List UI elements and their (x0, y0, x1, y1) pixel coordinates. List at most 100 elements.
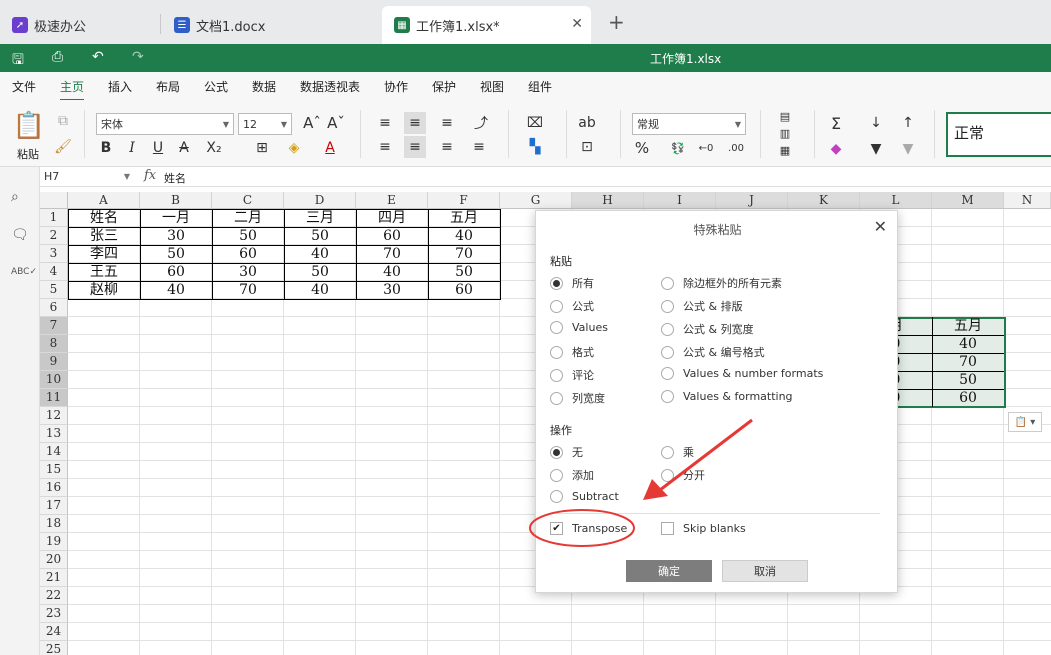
filter-icon[interactable]: ▼ (866, 138, 886, 160)
row-header[interactable]: 11 (40, 389, 68, 407)
table-cell[interactable]: 70 (212, 281, 284, 299)
spellcheck-icon[interactable]: ABC✓ (11, 267, 37, 277)
menu-data[interactable]: 数据 (252, 78, 276, 95)
menu-collab[interactable]: 协作 (384, 78, 408, 95)
menu-pivot[interactable]: 数据透视表 (300, 78, 360, 95)
row-header[interactable]: 2 (40, 227, 68, 245)
table-cell[interactable]: 五月 (428, 209, 500, 227)
row-header[interactable]: 19 (40, 533, 68, 551)
menu-insert[interactable]: 插入 (108, 78, 132, 95)
paste-option[interactable]: 公式 (550, 298, 594, 314)
column-header[interactable]: I (644, 192, 716, 209)
insert-cells-icon[interactable]: ▤ (772, 108, 798, 124)
close-icon[interactable]: ✕ (571, 16, 583, 32)
menu-home[interactable]: 主页 (60, 78, 85, 101)
operation-option[interactable]: Subtract (550, 490, 619, 503)
table-cell[interactable]: 40 (284, 245, 356, 263)
paste-option[interactable]: 公式 & 列宽度 (661, 321, 754, 337)
search-icon[interactable]: ⌕ (11, 189, 19, 205)
close-icon[interactable]: ✕ (874, 217, 887, 236)
table-cell[interactable]: 70 (428, 245, 500, 263)
row-header[interactable]: 16 (40, 479, 68, 497)
paste-option[interactable]: 公式 & 排版 (661, 298, 743, 314)
table-cell[interactable]: 50 (140, 245, 212, 263)
row-header[interactable]: 18 (40, 515, 68, 533)
table-cell[interactable]: 70 (356, 245, 428, 263)
paste-option[interactable]: 所有 (550, 275, 594, 291)
column-header[interactable]: E (356, 192, 428, 209)
align-center-icon[interactable]: ≡ (404, 136, 426, 158)
spellcheck-icon[interactable]: ab (576, 112, 598, 134)
column-header[interactable]: C (212, 192, 284, 209)
table-cell[interactable]: 三月 (284, 209, 356, 227)
function-icon[interactable]: fx (144, 168, 156, 183)
save-icon[interactable]: 🖫 (12, 49, 24, 73)
ok-button[interactable]: 确定 (626, 560, 712, 582)
column-header[interactable]: G (500, 192, 572, 209)
row-header[interactable]: 3 (40, 245, 68, 263)
table-cell[interactable]: 30 (140, 227, 212, 245)
select-all-corner[interactable] (40, 192, 68, 209)
copy-icon[interactable]: ⧉ (54, 112, 72, 130)
tab-workbook[interactable]: ▦ 工作簿1.xlsx* ✕ (382, 6, 591, 44)
clear-icon[interactable]: ◆ (826, 138, 846, 160)
paste-option[interactable]: 列宽度 (550, 390, 605, 406)
align-top-icon[interactable]: ≡ (374, 112, 396, 134)
cell-style-normal[interactable]: 正常 (946, 112, 1051, 157)
sort-desc-icon[interactable]: ↑ (898, 112, 918, 134)
align-middle-icon[interactable]: ≡ (404, 112, 426, 134)
table-cell[interactable]: 姓名 (68, 209, 140, 227)
table-cell[interactable]: 40 (284, 281, 356, 299)
increase-font-icon[interactable]: Aˆ (302, 112, 322, 134)
table-cell[interactable]: 40 (428, 227, 500, 245)
strikethrough-icon[interactable]: A (176, 138, 192, 158)
operation-option[interactable]: 添加 (550, 467, 594, 483)
column-header[interactable]: A (68, 192, 140, 209)
underline-icon[interactable]: U (150, 138, 166, 158)
menu-file[interactable]: 文件 (12, 78, 36, 95)
border-icon[interactable]: ⊞ (250, 138, 274, 158)
print-icon[interactable]: ⎙ (52, 49, 63, 65)
wrap-text-icon[interactable]: ⌧ (520, 112, 550, 134)
row-header[interactable]: 4 (40, 263, 68, 281)
decrease-font-icon[interactable]: Aˇ (326, 112, 346, 134)
column-header[interactable]: J (716, 192, 788, 209)
row-header[interactable]: 7 (40, 317, 68, 335)
row-header[interactable]: 5 (40, 281, 68, 299)
font-size-select[interactable]: 12 ▼ (238, 113, 292, 135)
table-cell[interactable]: 40 (932, 335, 1004, 353)
row-header[interactable]: 20 (40, 551, 68, 569)
paste-option[interactable]: Values & number formats (661, 367, 823, 380)
delete-cells-icon[interactable]: ▥ (772, 125, 798, 141)
row-header[interactable]: 22 (40, 587, 68, 605)
transpose-checkbox[interactable]: ✔ Transpose (550, 522, 627, 535)
format-painter-icon[interactable]: 🖌 (54, 138, 72, 156)
table-cell[interactable]: 30 (356, 281, 428, 299)
font-family-select[interactable]: 宋体 ▼ (96, 113, 234, 135)
table-cell[interactable]: 一月 (140, 209, 212, 227)
justify-icon[interactable]: ≡ (468, 136, 490, 158)
italic-icon[interactable]: I (124, 138, 140, 158)
column-header[interactable]: H (572, 192, 644, 209)
text-orientation-icon[interactable]: ⤴ (468, 112, 494, 134)
comment-icon[interactable]: 🗨 (11, 227, 29, 243)
bold-icon[interactable]: B (98, 138, 114, 158)
table-cell[interactable]: 50 (932, 371, 1004, 389)
table-cell[interactable]: 张三 (68, 227, 140, 245)
paste-option[interactable]: 公式 & 编号格式 (661, 344, 765, 360)
paste-icon[interactable]: 📋 (13, 110, 45, 142)
table-cell[interactable]: 70 (932, 353, 1004, 371)
align-left-icon[interactable]: ≡ (374, 136, 396, 158)
menu-view[interactable]: 视图 (480, 78, 504, 95)
row-header[interactable]: 24 (40, 623, 68, 641)
clear-filter-icon[interactable]: ▼ (898, 138, 918, 160)
menu-protect[interactable]: 保护 (432, 78, 456, 95)
percent-icon[interactable]: % (632, 138, 652, 158)
decrease-decimal-icon[interactable]: .00 (726, 138, 746, 158)
menu-layout[interactable]: 布局 (156, 78, 180, 95)
row-header[interactable]: 21 (40, 569, 68, 587)
operation-option[interactable]: 无 (550, 444, 583, 460)
column-header[interactable]: B (140, 192, 212, 209)
new-tab-button[interactable]: + (608, 10, 625, 34)
row-header[interactable]: 6 (40, 299, 68, 317)
